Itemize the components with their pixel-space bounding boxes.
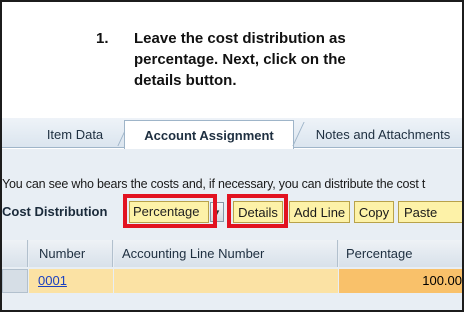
account-assignment-panel: You can see who bears the costs and, if … bbox=[2, 149, 462, 310]
column-header-percentage[interactable]: Percentage bbox=[339, 240, 462, 267]
row-number-link[interactable]: 0001 bbox=[38, 273, 67, 288]
row-selector[interactable] bbox=[2, 269, 28, 293]
tab-account-assignment[interactable]: Account Assignment bbox=[124, 120, 294, 149]
info-text: You can see who bears the costs and, if … bbox=[2, 177, 426, 191]
table-row-accounting-line-cell[interactable] bbox=[114, 269, 338, 293]
column-header-number[interactable]: Number bbox=[29, 240, 113, 267]
add-line-button[interactable]: Add Line bbox=[289, 201, 350, 223]
tab-notes-and-attachments[interactable]: Notes and Attachments bbox=[302, 120, 462, 148]
select-all-cell[interactable] bbox=[2, 240, 28, 267]
tab-strip: Item Data Account Assignment Notes and A… bbox=[2, 118, 462, 149]
column-header-accounting-line-number[interactable]: Accounting Line Number bbox=[114, 240, 338, 267]
highlight-box-details bbox=[227, 194, 288, 228]
table-row-number-cell: 0001 bbox=[29, 269, 113, 293]
table-row-percentage-cell[interactable]: 100.00 bbox=[339, 269, 462, 293]
tab-item-data[interactable]: Item Data bbox=[30, 120, 120, 148]
highlight-box-cost-distribution bbox=[123, 194, 217, 228]
copy-button[interactable]: Copy bbox=[354, 201, 394, 223]
screenshot-frame: 1. Leave the cost distribution as percen… bbox=[0, 0, 464, 312]
paste-button[interactable]: Paste bbox=[398, 201, 462, 223]
cost-distribution-label: Cost Distribution bbox=[2, 204, 108, 219]
instruction-step-number: 1. bbox=[96, 30, 109, 47]
instruction-text: Leave the cost distribution as percentag… bbox=[134, 30, 346, 89]
